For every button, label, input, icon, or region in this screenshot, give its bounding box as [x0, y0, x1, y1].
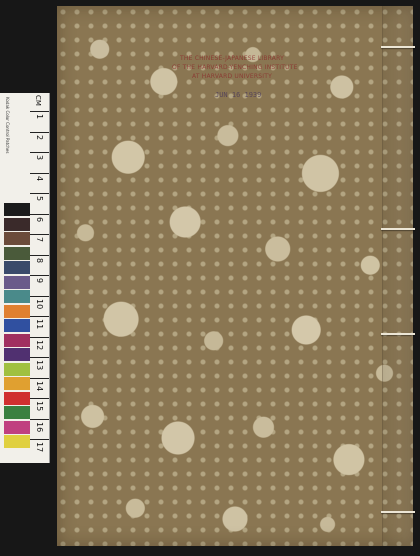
- stamp-line: AT HARVARD UNIVERSITY: [191, 73, 272, 80]
- ruler-tick: [30, 193, 49, 194]
- ruler-number: 7: [35, 237, 44, 243]
- binding-stitch: [381, 228, 415, 230]
- ruler-number: 14: [35, 380, 44, 391]
- color-swatch: [4, 362, 30, 376]
- ruler-number: 16: [35, 421, 44, 432]
- ruler-tick: [30, 131, 49, 133]
- ruler-tick: [30, 316, 49, 317]
- ruler-number: 12: [35, 339, 44, 350]
- book-spine: [382, 6, 413, 546]
- ruler-tick: [30, 275, 49, 276]
- color-swatch: [4, 232, 30, 245]
- ruler-number: 1: [35, 114, 44, 120]
- ruler-tick: [30, 254, 49, 256]
- color-swatch: [4, 435, 30, 448]
- ruler-tick: [30, 398, 49, 399]
- color-swatch: [4, 203, 30, 216]
- ruler-tick: [30, 111, 49, 112]
- stamp-line: THE CHINESE-JAPANESE LIBRARY: [180, 55, 284, 62]
- color-calibration-bar: Kodak Color Control Patches CM 123456789…: [0, 93, 50, 463]
- ruler-tick: [30, 152, 49, 153]
- color-swatch: [4, 275, 30, 289]
- color-swatch: [4, 391, 30, 405]
- color-swatch: [4, 377, 30, 390]
- ruler-tick: [30, 357, 49, 358]
- binding-stitch: [381, 333, 415, 335]
- color-swatch: [4, 261, 30, 274]
- ruler-number: 6: [35, 216, 44, 222]
- ruler-number: 5: [35, 196, 44, 202]
- cm-unit-label: CM: [34, 95, 42, 106]
- ruler-tick: [30, 418, 49, 420]
- color-swatch: [4, 333, 30, 347]
- binding-stitch: [381, 511, 415, 513]
- color-swatch: [4, 217, 30, 231]
- stamp-line: OF THE HARVARD-YENCHING INSTITUTE: [172, 64, 298, 71]
- color-swatch: [4, 319, 30, 332]
- accession-date-stamp: JUN 16 1939: [215, 91, 262, 99]
- ruler-number: 15: [35, 401, 44, 412]
- color-swatch: [4, 246, 30, 260]
- color-swatch: [4, 290, 30, 303]
- ruler-tick: [30, 213, 49, 215]
- ruler-tick: [30, 377, 49, 379]
- ruler-number: 13: [35, 360, 44, 371]
- ruler-number: 3: [35, 155, 44, 161]
- color-swatch: [4, 348, 30, 361]
- ruler-number: 11: [35, 319, 44, 330]
- ruler-tick: [30, 295, 49, 297]
- ruler-tick: [30, 234, 49, 235]
- ruler-number: 2: [35, 134, 44, 140]
- color-swatch: [4, 406, 30, 419]
- ruler-number: 9: [35, 278, 44, 284]
- binding-stitch: [381, 46, 415, 48]
- ruler-number: 10: [35, 298, 44, 309]
- ruler-tick: [30, 336, 49, 338]
- ruler-number: 17: [35, 442, 44, 453]
- ruler-tick: [30, 439, 49, 440]
- book-cover: THE CHINESE-JAPANESE LIBRARY OF THE HARV…: [57, 6, 415, 546]
- color-swatch: [4, 420, 30, 434]
- ruler-tick: [30, 172, 49, 174]
- ruler-number: 8: [35, 257, 44, 263]
- ruler-number: 4: [35, 175, 44, 181]
- library-stamp: THE CHINESE-JAPANESE LIBRARY OF THE HARV…: [172, 54, 298, 81]
- color-swatch: [4, 304, 30, 318]
